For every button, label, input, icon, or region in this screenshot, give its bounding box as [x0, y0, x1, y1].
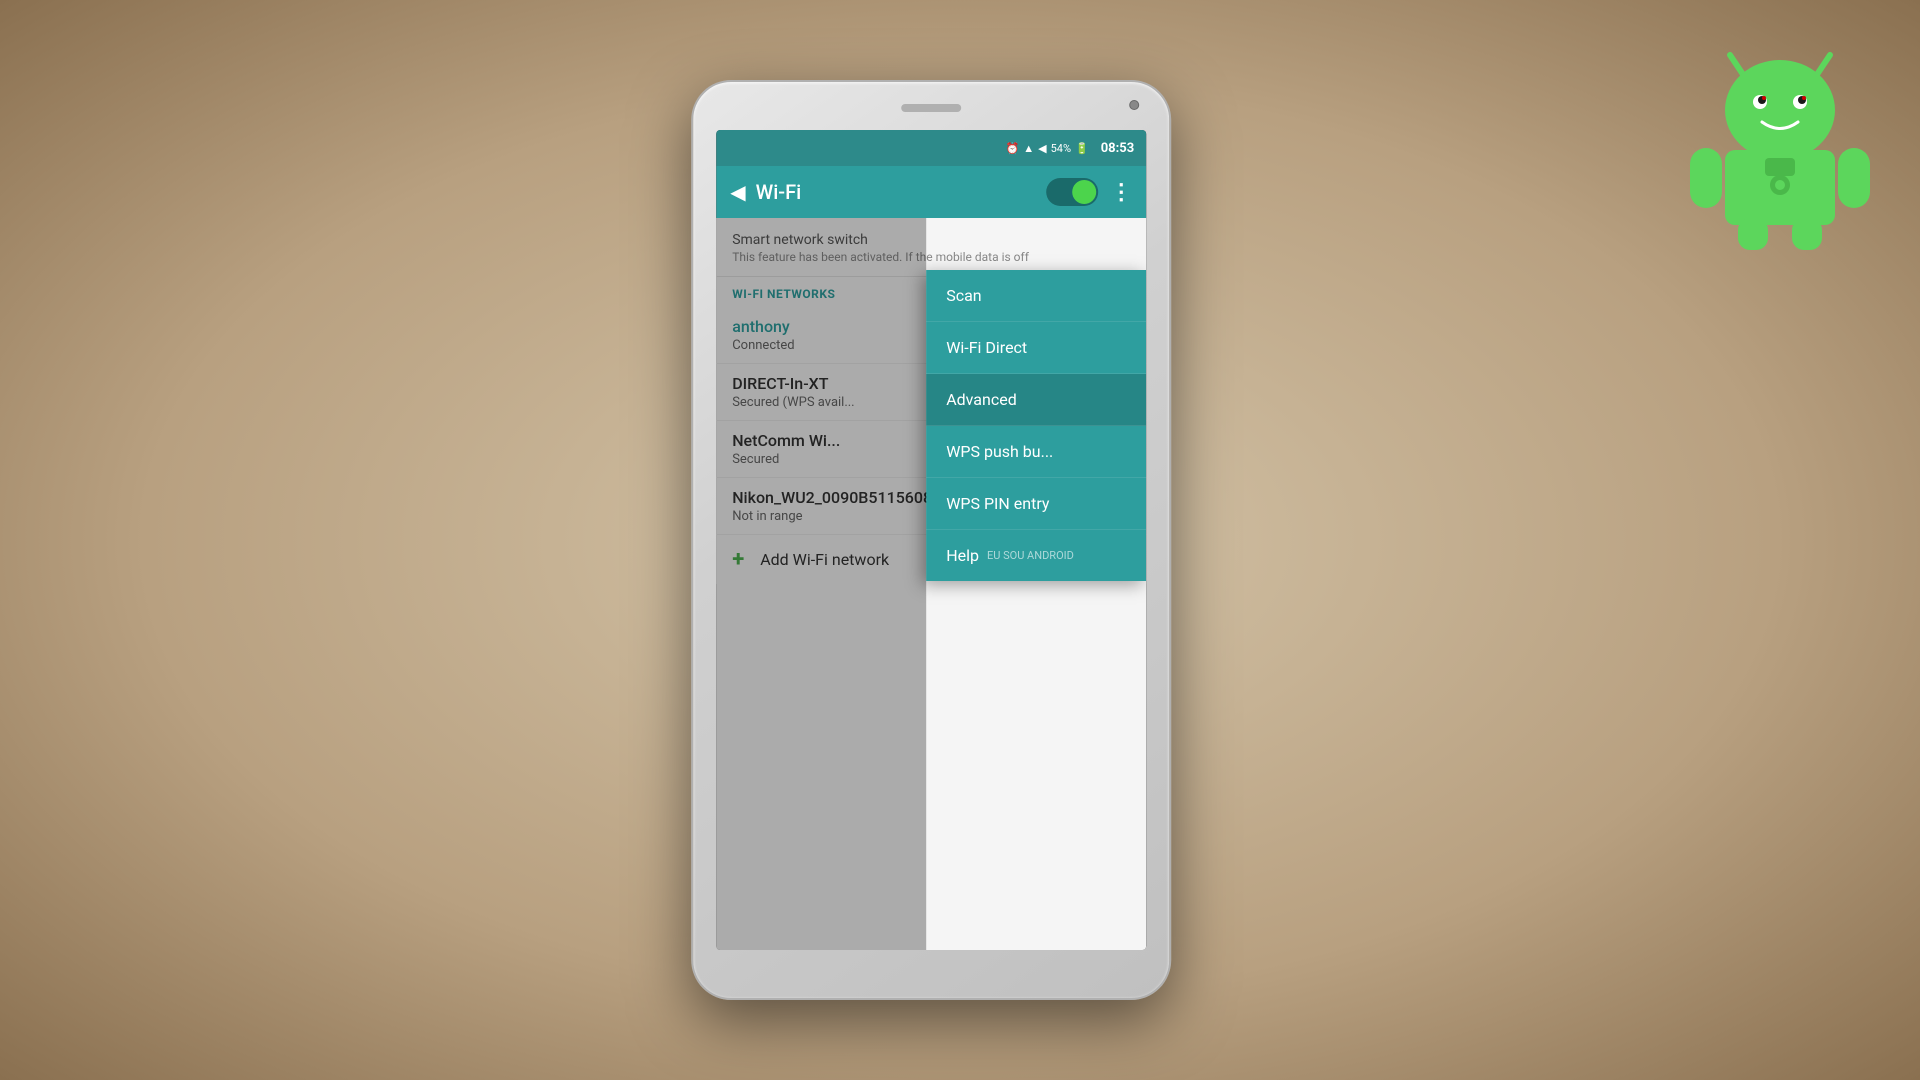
help-label: Help: [946, 546, 979, 565]
menu-item-wps-pin[interactable]: WPS PIN entry: [926, 478, 1146, 530]
menu-item-help[interactable]: Help EU SOU ANDROID: [926, 530, 1146, 581]
battery-percent: 54%: [1051, 142, 1071, 155]
eu-sou-watermark: EU SOU ANDROID: [987, 549, 1074, 562]
alarm-icon: ⏰: [1006, 142, 1020, 155]
menu-item-wps-push[interactable]: WPS push bu...: [926, 426, 1146, 478]
phone-body: SAMSUNG ⏰ ▲ ◀ 54% 🔋 08:53 ◀ Wi-Fi ⋮: [691, 80, 1171, 1000]
back-button[interactable]: ◀: [730, 180, 745, 204]
menu-item-advanced[interactable]: Advanced: [926, 374, 1146, 426]
dropdown-menu: Scan Wi-Fi Direct Advanced WPS push bu..…: [926, 270, 1146, 581]
status-bar: ⏰ ▲ ◀ 54% 🔋 08:53: [716, 130, 1146, 166]
battery-icon: 🔋: [1075, 142, 1089, 155]
menu-item-scan[interactable]: Scan: [926, 270, 1146, 322]
android-mascot: [1680, 30, 1880, 250]
more-options-button[interactable]: ⋮: [1110, 180, 1132, 205]
menu-item-wifidirect[interactable]: Wi-Fi Direct: [926, 322, 1146, 374]
screen-content: Smart network switch This feature has be…: [716, 218, 1146, 950]
wifi-toggle[interactable]: [1046, 178, 1098, 206]
dim-overlay: [716, 218, 926, 950]
status-icons: ⏰ ▲ ◀ 54% 🔋: [1006, 142, 1089, 155]
status-time: 08:53: [1101, 141, 1135, 156]
wifi-toggle-thumb: [1072, 180, 1096, 204]
title-bar: ◀ Wi-Fi ⋮: [716, 166, 1146, 218]
phone-speaker: [901, 104, 961, 112]
signal-bars-icon: ◀: [1038, 142, 1046, 155]
help-item-inner: Help EU SOU ANDROID: [946, 546, 1126, 565]
wifi-signal-icon: ▲: [1023, 142, 1034, 155]
phone-camera: [1129, 100, 1139, 110]
page-title: Wi-Fi: [756, 180, 1047, 204]
phone-screen: SAMSUNG ⏰ ▲ ◀ 54% 🔋 08:53 ◀ Wi-Fi ⋮: [716, 130, 1146, 950]
